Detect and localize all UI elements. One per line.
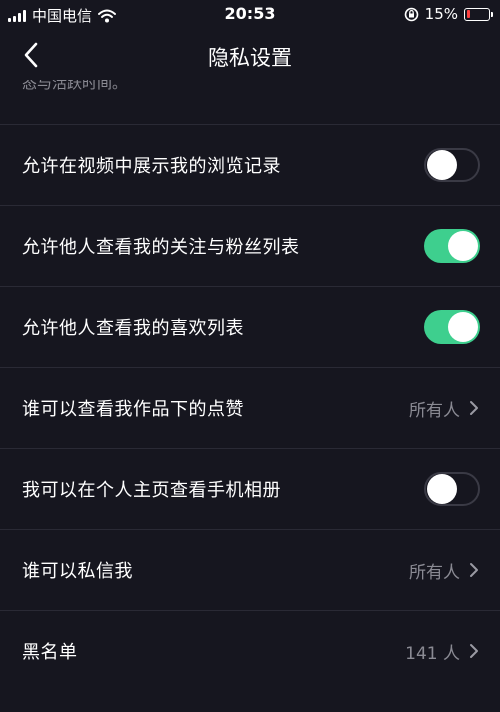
page-title: 隐私设置 (208, 46, 292, 70)
scrolled-description: 态与活跃时间。 (22, 80, 128, 92)
settings-row-label: 我可以在个人主页查看手机相册 (22, 480, 281, 501)
battery-percent: 15% (424, 5, 458, 23)
settings-row-value: 所有人 (409, 400, 460, 421)
battery-icon (464, 7, 493, 21)
settings-row[interactable]: 黑名单 141 人 (0, 610, 500, 691)
status-right: 15% (404, 5, 493, 23)
toggle-knob (427, 150, 457, 180)
settings-row-label: 允许他人查看我的关注与粉丝列表 (22, 237, 300, 258)
rotation-lock-icon (404, 7, 418, 21)
toggle-knob (448, 231, 478, 261)
toggle-switch[interactable] (424, 472, 480, 506)
settings-row[interactable]: 谁可以私信我 所有人 (0, 529, 500, 610)
toggle-knob (448, 312, 478, 342)
toggle-knob (427, 474, 457, 504)
chevron-right-icon (470, 563, 478, 577)
settings-row[interactable]: 允许他人查看我的喜欢列表 (0, 286, 500, 367)
chevron-right-icon (470, 401, 478, 415)
status-bar: 中国电信 20:53 15% (0, 0, 500, 30)
settings-list: 允许在视频中展示我的浏览记录 允许他人查看我的关注与粉丝列表 允许他人查看我的喜欢列… (0, 124, 500, 691)
settings-row-value: 141 人 (405, 643, 460, 664)
settings-row-label: 谁可以私信我 (22, 561, 133, 582)
toggle-switch[interactable] (424, 310, 480, 344)
nav-bar: 隐私设置 (0, 30, 500, 82)
settings-row[interactable]: 允许他人查看我的关注与粉丝列表 (0, 205, 500, 286)
chevron-right-icon (470, 644, 478, 658)
settings-row[interactable]: 允许在视频中展示我的浏览记录 (0, 124, 500, 205)
settings-row[interactable]: 我可以在个人主页查看手机相册 (0, 448, 500, 529)
settings-row-label: 允许在视频中展示我的浏览记录 (22, 156, 281, 177)
settings-row-label: 允许他人查看我的喜欢列表 (22, 318, 244, 339)
settings-row[interactable]: 谁可以查看我作品下的点赞 所有人 (0, 367, 500, 448)
toggle-switch[interactable] (424, 229, 480, 263)
settings-row-label: 谁可以查看我作品下的点赞 (22, 399, 244, 420)
settings-row-value: 所有人 (409, 562, 460, 583)
settings-row-label: 黑名单 (22, 642, 78, 663)
toggle-switch[interactable] (424, 148, 480, 182)
